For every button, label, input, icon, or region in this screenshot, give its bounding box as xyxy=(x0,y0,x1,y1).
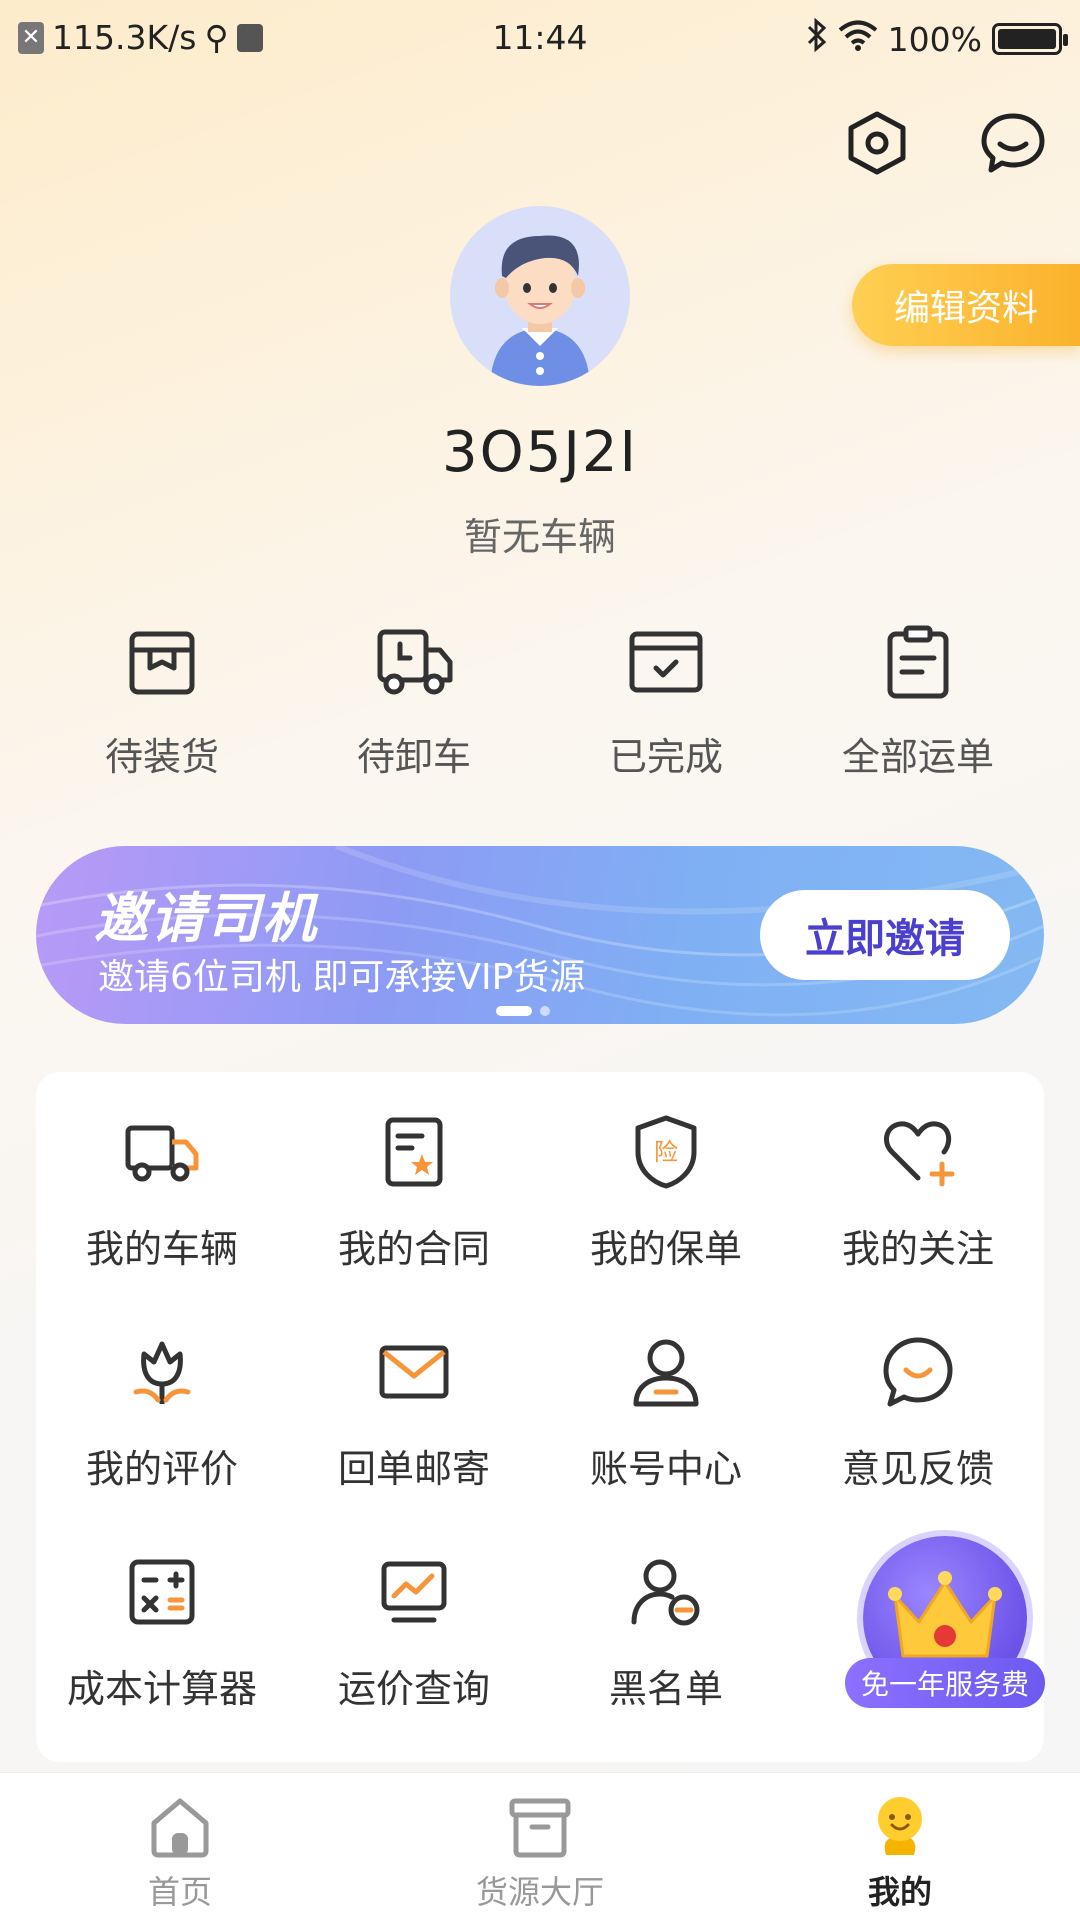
status-right: 100% xyxy=(806,17,1068,60)
vip-promo-badge[interactable]: 免一年服务费 xyxy=(845,1536,1045,1716)
service-blacklist[interactable]: 黑名单 xyxy=(540,1552,792,1772)
chat-bubble-icon[interactable] xyxy=(978,108,1048,178)
service-label: 我的车辆 xyxy=(85,1227,238,1271)
service-label: 我的评价 xyxy=(85,1447,238,1491)
delivery-truck-icon xyxy=(377,629,453,695)
tab-label: 首页 xyxy=(147,1873,212,1911)
bluetooth-icon xyxy=(806,17,828,60)
insurance-shield-icon: 险 xyxy=(635,1115,697,1189)
home-icon xyxy=(151,1798,209,1858)
service-my-policies[interactable]: 险 我的保单 xyxy=(540,1112,792,1332)
order-label: 待卸车 xyxy=(356,735,471,779)
smiley-face-icon xyxy=(878,1797,922,1855)
banner-subtitle: 邀请6位司机 即可承接VIP货源 xyxy=(98,957,586,998)
user-icon xyxy=(633,1339,699,1407)
tab-label: 货源大厅 xyxy=(475,1873,604,1911)
order-all[interactable]: 全部运单 xyxy=(792,622,1044,781)
price-chart-icon xyxy=(381,1561,447,1623)
pagination-dot xyxy=(540,1006,550,1016)
invite-driver-banner[interactable]: 邀请司机 邀请6位司机 即可承接VIP货源 立即邀请 xyxy=(36,846,1044,1024)
service-my-vehicles[interactable]: 我的车辆 xyxy=(36,1112,288,1332)
clipboard-icon xyxy=(887,625,949,699)
service-freight-rates[interactable]: 运价查询 xyxy=(288,1552,540,1772)
order-status-row: 待装货 待卸车 已完成 全部运单 xyxy=(0,622,1080,781)
order-label: 全部运单 xyxy=(841,735,994,779)
service-label: 运价查询 xyxy=(337,1667,490,1711)
order-label: 已完成 xyxy=(608,735,723,779)
service-label: 回单邮寄 xyxy=(337,1447,490,1491)
service-receipt-mail[interactable]: 回单邮寄 xyxy=(288,1332,540,1552)
calculator-icon xyxy=(129,1559,195,1625)
tab-home[interactable]: 首页 xyxy=(0,1773,360,1920)
service-my-follows[interactable]: 我的关注 xyxy=(792,1112,1044,1332)
service-label: 黑名单 xyxy=(608,1667,723,1711)
service-my-reviews[interactable]: 我的评价 xyxy=(36,1332,288,1552)
service-label: 我的保单 xyxy=(589,1227,742,1271)
cargo-box-icon xyxy=(509,1798,571,1858)
wifi-icon xyxy=(838,19,878,59)
service-label: 意见反馈 xyxy=(841,1447,994,1491)
battery-fill xyxy=(998,29,1056,49)
avatar[interactable] xyxy=(450,206,630,386)
service-label: 账号中心 xyxy=(589,1447,742,1491)
service-label: 我的合同 xyxy=(337,1227,490,1271)
promo-label: 免一年服务费 xyxy=(845,1658,1045,1708)
battery-icon xyxy=(992,23,1068,55)
status-bar: ✕ 115.3K/s ⚲ 11:44 100% xyxy=(0,0,1080,80)
service-my-contracts[interactable]: 我的合同 xyxy=(288,1112,540,1332)
insurance-badge: 险 xyxy=(654,1138,678,1166)
tab-cargo-hall[interactable]: 货源大厅 xyxy=(360,1773,720,1920)
battery-percent: 100% xyxy=(887,19,982,59)
edit-profile-button[interactable]: 编辑资料 xyxy=(852,264,1080,346)
invite-now-button[interactable]: 立即邀请 xyxy=(760,890,1010,980)
settings-hexagon-icon[interactable] xyxy=(842,108,912,178)
username: 3O5J2I xyxy=(442,420,638,485)
contract-icon xyxy=(385,1117,443,1187)
order-pending-load[interactable]: 待装货 xyxy=(36,622,288,781)
tab-label: 我的 xyxy=(867,1873,932,1911)
mail-icon xyxy=(379,1345,449,1399)
banner-pagination xyxy=(496,1006,550,1016)
bottom-tab-bar: 首页 货源大厅 我的 xyxy=(0,1772,1080,1920)
tab-mine[interactable]: 我的 xyxy=(720,1773,1080,1920)
flower-icon xyxy=(133,1341,191,1404)
completed-card-icon xyxy=(629,631,703,693)
vehicle-status: 暂无车辆 xyxy=(463,515,616,559)
service-cost-calculator[interactable]: 成本计算器 xyxy=(36,1552,288,1772)
service-label: 成本计算器 xyxy=(66,1667,257,1711)
heart-plus-icon xyxy=(883,1121,955,1187)
service-feedback[interactable]: 意见反馈 xyxy=(792,1332,1044,1552)
order-label: 待装货 xyxy=(104,735,219,779)
service-label: 我的关注 xyxy=(841,1227,994,1271)
truck-icon xyxy=(125,1125,199,1182)
service-account-center[interactable]: 账号中心 xyxy=(540,1332,792,1552)
user-block-icon xyxy=(631,1559,700,1626)
order-pending-unload[interactable]: 待卸车 xyxy=(288,622,540,781)
order-completed[interactable]: 已完成 xyxy=(540,622,792,781)
feedback-smile-icon xyxy=(883,1337,953,1407)
package-box-icon xyxy=(129,631,195,695)
pagination-dot-active xyxy=(496,1006,532,1016)
banner-title: 邀请司机 xyxy=(94,887,318,950)
